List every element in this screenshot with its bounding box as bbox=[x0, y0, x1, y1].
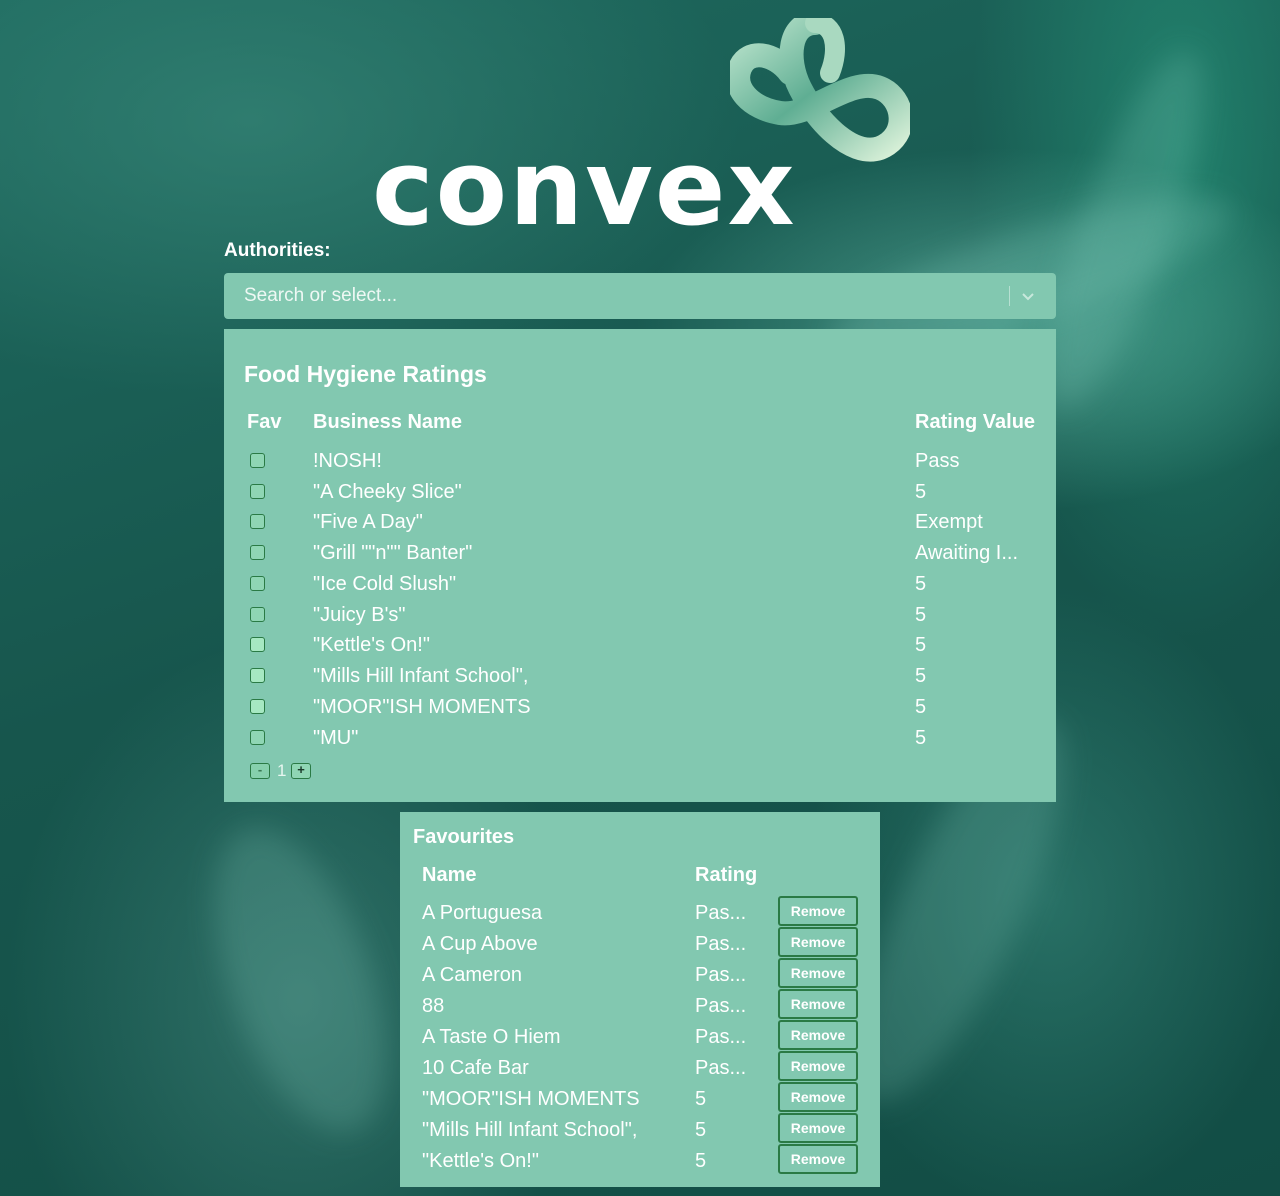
table-row: "Mills Hill Infant School", 5 bbox=[224, 665, 1056, 696]
rating-value-cell: 5 bbox=[915, 481, 927, 503]
ratings-panel: Food Hygiene Ratings Fav Business Name R… bbox=[224, 329, 1056, 802]
remove-button[interactable]: Remove bbox=[778, 1020, 858, 1050]
favourite-name-cell: 10 Cafe Bar bbox=[422, 1057, 529, 1079]
table-row: "Kettle's On!" 5 bbox=[224, 634, 1056, 665]
remove-button[interactable]: Remove bbox=[778, 1051, 858, 1081]
business-name-cell: "MOOR"ISH MOMENTS bbox=[313, 696, 531, 718]
rating-value-cell: 5 bbox=[915, 573, 927, 595]
rating-value-cell: 5 bbox=[915, 604, 927, 626]
business-name-cell: "Kettle's On!" bbox=[313, 634, 430, 656]
page-number: 1 bbox=[277, 761, 287, 780]
table-row: "A Cheeky Slice" 5 bbox=[224, 481, 1056, 512]
rating-value-cell: Pass bbox=[915, 450, 960, 472]
rating-value-cell: 5 bbox=[915, 696, 927, 718]
authorities-select[interactable] bbox=[224, 273, 1056, 319]
favourite-rating-cell: 5 bbox=[695, 1088, 707, 1110]
favourite-rating-cell: Pas... bbox=[695, 995, 747, 1017]
favourite-checkbox[interactable] bbox=[250, 637, 265, 652]
favourite-rating-cell: Pas... bbox=[695, 1057, 747, 1079]
business-name-cell: "MU" bbox=[313, 727, 359, 749]
favourite-rating-cell: Pas... bbox=[695, 933, 747, 955]
table-row: "Juicy B's" 5 bbox=[224, 604, 1056, 635]
favourite-name-cell: "Mills Hill Infant School", bbox=[422, 1119, 638, 1141]
infinity-loop-icon bbox=[730, 18, 910, 162]
favourite-checkbox[interactable] bbox=[250, 576, 265, 591]
table-row: "Five A Day" Exempt bbox=[224, 511, 1056, 542]
favourite-name-cell: A Cameron bbox=[422, 964, 523, 986]
remove-button[interactable]: Remove bbox=[778, 1113, 858, 1143]
select-separator bbox=[1009, 286, 1010, 306]
favourite-name-cell: A Taste O Hiem bbox=[422, 1026, 561, 1048]
remove-button[interactable]: Remove bbox=[778, 1144, 858, 1174]
favourite-checkbox[interactable] bbox=[250, 484, 265, 499]
favourite-name-cell: 88 bbox=[422, 995, 445, 1017]
table-row: "MOOR"ISH MOMENTS 5 bbox=[224, 696, 1056, 727]
favourite-name-cell: "Kettle's On!" bbox=[422, 1150, 539, 1172]
remove-button[interactable]: Remove bbox=[778, 958, 858, 988]
table-row: "Ice Cold Slush" 5 bbox=[224, 573, 1056, 604]
next-page-button[interactable]: + bbox=[291, 763, 311, 779]
favourites-panel: Favourites Name Rating A Portuguesa Pas.… bbox=[400, 812, 880, 1187]
rating-value-cell: 5 bbox=[915, 634, 927, 656]
ratings-title: Food Hygiene Ratings bbox=[244, 361, 487, 387]
table-row: "Grill ""n"" Banter" Awaiting I... bbox=[224, 542, 1056, 573]
business-name-cell: "Ice Cold Slush" bbox=[313, 573, 457, 595]
previous-page-button[interactable]: - bbox=[250, 763, 270, 779]
authorities-label: Authorities: bbox=[224, 240, 331, 261]
favourite-rating-cell: 5 bbox=[695, 1119, 707, 1141]
favourite-rating-cell: Pas... bbox=[695, 1026, 747, 1048]
business-name-cell: "Juicy B's" bbox=[313, 604, 406, 626]
favourite-row: "Kettle's On!" 5 Remove bbox=[400, 1144, 880, 1181]
table-row: !NOSH! Pass bbox=[224, 450, 1056, 481]
business-name-cell: "A Cheeky Slice" bbox=[313, 481, 462, 503]
remove-button[interactable]: Remove bbox=[778, 896, 858, 926]
favourite-rating-cell: Pas... bbox=[695, 902, 747, 924]
favourite-name-cell: A Cup Above bbox=[422, 933, 538, 955]
fav-column-header: Fav bbox=[247, 411, 282, 433]
rating-value-cell: 5 bbox=[915, 727, 927, 749]
favourites-name-header: Name bbox=[422, 864, 477, 886]
remove-button[interactable]: Remove bbox=[778, 989, 858, 1019]
favourites-title: Favourites bbox=[413, 826, 515, 848]
remove-button[interactable]: Remove bbox=[778, 1082, 858, 1112]
rating-value-cell: Exempt bbox=[915, 511, 983, 533]
rating-value-cell: Awaiting I... bbox=[915, 542, 1019, 564]
table-row: "MU" 5 bbox=[224, 727, 1056, 758]
business-name-cell: "Grill ""n"" Banter" bbox=[313, 542, 473, 564]
authorities-search-input[interactable] bbox=[224, 273, 994, 319]
favourite-rating-cell: Pas... bbox=[695, 964, 747, 986]
favourite-checkbox[interactable] bbox=[250, 730, 265, 745]
favourite-checkbox[interactable] bbox=[250, 668, 265, 683]
favourite-checkbox[interactable] bbox=[250, 607, 265, 622]
rating-value-cell: 5 bbox=[915, 665, 927, 687]
chevron-down-icon[interactable] bbox=[1018, 286, 1038, 306]
favourite-name-cell: "MOOR"ISH MOMENTS bbox=[422, 1088, 640, 1110]
favourite-checkbox[interactable] bbox=[250, 699, 265, 714]
favourite-checkbox[interactable] bbox=[250, 453, 265, 468]
favourite-name-cell: A Portuguesa bbox=[422, 902, 543, 924]
favourite-checkbox[interactable] bbox=[250, 545, 265, 560]
rating-value-column-header: Rating Value bbox=[915, 411, 1036, 433]
background-streak bbox=[179, 805, 421, 1155]
business-name-cell: "Five A Day" bbox=[313, 511, 423, 533]
remove-button[interactable]: Remove bbox=[778, 927, 858, 957]
business-name-column-header: Business Name bbox=[313, 411, 462, 433]
business-name-cell: !NOSH! bbox=[313, 450, 382, 472]
business-name-cell: "Mills Hill Infant School", bbox=[313, 665, 529, 687]
favourite-checkbox[interactable] bbox=[250, 514, 265, 529]
convex-logo: convex bbox=[370, 18, 910, 240]
favourites-rating-header: Rating bbox=[695, 864, 758, 886]
favourite-rating-cell: 5 bbox=[695, 1150, 707, 1172]
